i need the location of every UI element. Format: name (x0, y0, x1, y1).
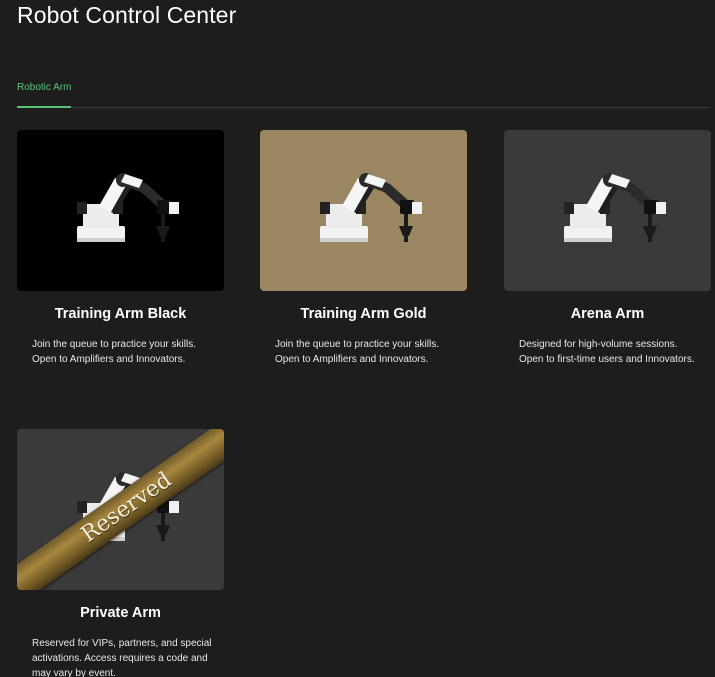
robot-card-training-arm-black[interactable]: Training Arm Black Join the queue to pra… (17, 130, 224, 365)
card-description: Join the queue to practice your skills. … (275, 339, 439, 365)
robot-card-training-arm-gold[interactable]: Training Arm Gold Join the queue to prac… (260, 130, 467, 365)
page-title: Robot Control Center (17, 2, 237, 28)
card-image[interactable] (17, 130, 224, 291)
robotic-arm-icon (320, 173, 422, 242)
robotic-arm-icon (77, 173, 179, 242)
robotic-arm-icon (564, 173, 666, 242)
card-image[interactable] (260, 130, 467, 291)
card-description: Designed for high-volume sessions. Open … (519, 339, 695, 365)
robot-card-arena-arm[interactable]: Arena Arm Designed for high-volume sessi… (504, 130, 711, 365)
tab-robotic-arm[interactable]: Robotic Arm (17, 82, 72, 108)
card-title: Arena Arm (570, 306, 645, 322)
card-title: Private Arm (80, 605, 161, 621)
card-description: Reserved for VIPs, partners, and special… (32, 638, 212, 677)
tab-bar: Robotic Arm (17, 82, 710, 108)
robot-card-private-arm[interactable]: Reserved Private Arm Reserved for VIPs, … (17, 429, 224, 677)
robot-control-center-page: Robot Control Center Robotic Arm Trainin… (0, 0, 715, 677)
card-title: Training Arm Gold (300, 306, 427, 322)
card-description: Join the queue to practice your skills. … (32, 339, 196, 365)
card-image[interactable] (504, 130, 711, 291)
card-image[interactable]: Reserved (17, 429, 224, 590)
card-title: Training Arm Black (54, 306, 187, 322)
